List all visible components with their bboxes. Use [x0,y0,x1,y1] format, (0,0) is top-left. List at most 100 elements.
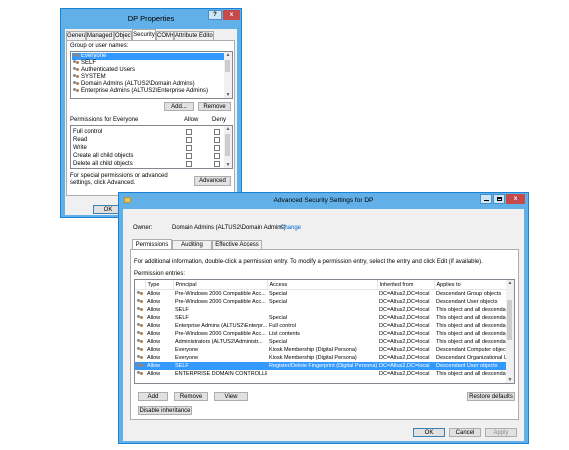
minimize-button[interactable] [480,194,492,204]
users-icon [137,371,143,376]
adv-ok-button[interactable]: OK [413,428,445,437]
tab-object[interactable]: Object [114,31,132,40]
restore-defaults-button[interactable]: Restore defaults [467,392,515,401]
tab-general[interactable]: General [66,31,86,40]
cell-type: Allow [147,299,161,305]
disable-inheritance-button[interactable]: Disable inheritance [138,406,192,415]
list-item[interactable]: SYSTEM [72,74,224,81]
advanced-security-window: Advanced Security Settings for DP x Owne… [118,192,529,444]
cell-type: Allow [147,371,161,377]
user-list[interactable]: Everyone SELF Authenticated Users SYSTEM… [70,51,233,99]
adv-title-bar[interactable]: Advanced Security Settings for DP x [119,193,528,209]
column-header-applies-to[interactable]: Applies to [434,280,509,290]
scroll-thumb[interactable] [225,134,230,156]
advanced-button[interactable]: Advanced [194,176,231,186]
cell-inherited-from: DC=Altus2,DC=local [379,331,430,337]
users-icon [73,53,79,58]
table-row[interactable]: Allow Everyone Kiosk Membership (Digital P… [135,354,508,362]
column-header[interactable] [135,280,146,290]
remove-user-button[interactable]: Remove [198,102,231,111]
deny-checkbox[interactable] [214,145,220,151]
tab-attribute-editor[interactable]: Attribute Editor [174,31,214,40]
grid-header-row: Type Principal Access Inherited from App… [135,280,509,290]
cell-principal: Pre-Windows 2000 Compatible Acc... [175,299,266,305]
deny-column-label: Deny [212,117,227,123]
column-header-access[interactable]: Access [267,280,378,290]
adv-apply-button[interactable]: Apply [485,428,517,437]
cell-applies-to: Descendant Group objects [436,291,502,297]
cell-applies-to: Descendant Computer objects [436,347,508,353]
scroll-up-icon[interactable]: ▲ [224,126,232,132]
table-row[interactable]: Allow ENTERPRISE DOMAIN CONTROLLE... DC=Al… [135,370,508,378]
tab-effective-access[interactable]: Effective Access [212,240,262,249]
tab-com-plus[interactable]: COM+ [156,31,174,40]
cell-inherited-from: DC=Altus2,DC=local [379,299,430,305]
table-row[interactable]: Allow SELF Special DC=Altus2,DC=local This o… [135,314,508,322]
scroll-down-icon[interactable]: ▼ [224,162,232,168]
add-user-button[interactable]: Add... [164,102,194,111]
table-row[interactable]: Allow Pre-Windows 2000 Compatible Acc... L… [135,330,508,338]
scroll-thumb[interactable] [225,60,230,72]
user-list-scrollbar[interactable]: ▲ ▼ [224,52,232,98]
deny-checkbox[interactable] [214,129,220,135]
scroll-up-icon[interactable]: ▲ [506,280,514,286]
list-item[interactable]: Everyone [72,53,224,60]
allow-checkbox[interactable] [186,145,192,151]
cell-access [267,306,377,314]
allow-checkbox[interactable] [186,153,192,159]
list-item[interactable]: Enterprise Admins (ALTUS2\Enterprise Adm… [72,88,224,95]
tab-auditing[interactable]: Auditing [172,240,212,249]
remove-entry-button[interactable]: Remove [174,392,208,401]
add-entry-button[interactable]: Add [138,392,168,401]
cell-inherited-from: DC=Altus2,DC=local [379,347,430,353]
table-row[interactable]: Allow Everyone Kiosk Membership (Digital P… [135,346,508,354]
table-row[interactable]: Allow Administrators (ALTUS2\Administr...… [135,338,508,346]
tab-security[interactable]: Security [132,29,156,40]
scroll-thumb[interactable] [507,300,512,340]
entries-table: Type Principal Access Inherited from App… [135,280,509,378]
table-row[interactable]: Allow Enterprise Admins (ALTUS2\Enterpr..… [135,322,508,330]
view-entry-button[interactable]: View [214,392,248,401]
scroll-up-icon[interactable]: ▲ [224,52,232,58]
cell-inherited-from: DC=Altus2,DC=local [379,291,430,297]
scroll-down-icon[interactable]: ▼ [224,92,232,98]
allow-checkbox[interactable] [186,137,192,143]
deny-checkbox[interactable] [214,161,220,167]
tab-managed-by[interactable]: Managed By [86,31,114,40]
deny-checkbox[interactable] [214,153,220,159]
table-row[interactable]: Allow SELF DC=Altus2,DC=local This object a… [135,306,508,314]
scroll-down-icon[interactable]: ▼ [506,377,514,383]
dp-title-bar[interactable]: DP Properties ? x [61,9,241,29]
column-header-inherited-from[interactable]: Inherited from [377,280,435,290]
close-icon: x [513,196,518,202]
tab-permissions[interactable]: Permissions [132,239,172,249]
perm-row-label: Write [73,145,87,151]
column-header-principal[interactable]: Principal [173,280,268,290]
table-row[interactable]: Allow SELF Register/Delete Fingerprint (Di… [135,362,508,370]
entries-scrollbar[interactable]: ▲ ▼ [506,280,514,383]
allow-checkbox[interactable] [186,129,192,135]
adv-cancel-button[interactable]: Cancel [449,428,481,437]
column-header-type[interactable]: Type [145,280,174,290]
change-owner-link[interactable]: Change [280,225,301,231]
adv-close-button[interactable]: x [506,194,525,204]
allow-column-label: Allow [184,117,199,123]
maximize-button[interactable] [493,194,505,204]
dp-close-button[interactable]: x [223,10,240,20]
deny-checkbox[interactable] [214,137,220,143]
cell-access: Register/Delete Fingerprint (Digital Per… [267,362,377,370]
list-item[interactable]: Authenticated Users [72,67,224,74]
cell-access: Special [269,339,288,345]
dp-help-button[interactable]: ? [208,10,222,20]
cell-access: Kiosk Membership (Digital Persona) [269,347,357,353]
list-item[interactable]: SELF [72,60,224,67]
table-row[interactable]: Allow Pre-Windows 2000 Compatible Acc... S… [135,290,508,299]
table-row[interactable]: Allow Pre-Windows 2000 Compatible Acc... S… [135,298,508,306]
users-icon [137,307,143,312]
allow-checkbox[interactable] [186,161,192,167]
cell-principal: SELF [175,315,189,321]
cell-principal: Administrators (ALTUS2\Administr... [175,339,263,345]
permissions-scrollbar[interactable]: ▲ ▼ [224,126,232,168]
permission-entries-grid[interactable]: Type Principal Access Inherited from App… [134,279,515,384]
list-item[interactable]: Domain Admins (ALTUS2\Domain Admins) [72,81,224,88]
